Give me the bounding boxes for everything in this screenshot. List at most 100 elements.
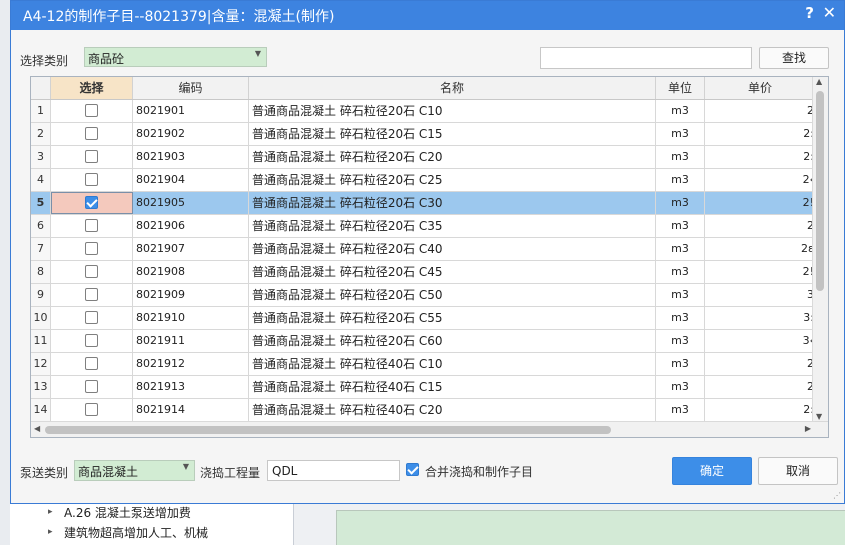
vertical-scrollbar[interactable]: ▲ ▼: [812, 77, 828, 421]
row-price: 2: [705, 100, 815, 122]
header-unit[interactable]: 单位: [656, 77, 705, 99]
row-name: 普通商品混凝土 碎石粒径20石 C20: [249, 146, 656, 168]
table-row[interactable]: 7 8021907 普通商品混凝土 碎石粒径20石 C40 m3 2ɛ: [31, 238, 828, 261]
row-checkbox[interactable]: [85, 288, 98, 301]
table-row[interactable]: 14 8021914 普通商品混凝土 碎石粒径40石 C20 m3 2:: [31, 399, 828, 422]
scroll-up-icon[interactable]: ▲: [816, 77, 822, 86]
row-unit: m3: [656, 100, 705, 122]
row-select-cell[interactable]: [51, 146, 133, 168]
pour-quantity-input[interactable]: QDL: [267, 460, 400, 481]
row-select-cell[interactable]: [51, 399, 133, 421]
expand-arrow-icon[interactable]: ▸: [48, 507, 53, 517]
row-select-cell[interactable]: [51, 169, 133, 191]
horizontal-scroll-thumb[interactable]: [45, 426, 611, 434]
table-row[interactable]: 1 8021901 普通商品混凝土 碎石粒径20石 C10 m3 2: [31, 100, 828, 123]
cancel-button[interactable]: 取消: [758, 457, 838, 485]
row-select-cell[interactable]: [51, 123, 133, 145]
row-select-cell[interactable]: [51, 376, 133, 398]
row-select-cell[interactable]: [51, 238, 133, 260]
table-row[interactable]: 4 8021904 普通商品混凝土 碎石粒径20石 C25 m3 2‹: [31, 169, 828, 192]
row-price: 2: [705, 215, 815, 237]
table-row[interactable]: 6 8021906 普通商品混凝土 碎石粒径20石 C35 m3 2: [31, 215, 828, 238]
row-name: 普通商品混凝土 碎石粒径20石 C45: [249, 261, 656, 283]
resize-grip-icon[interactable]: ⋰: [833, 491, 841, 500]
table-row[interactable]: 13 8021913 普通商品混凝土 碎石粒径40石 C15 m3 2: [31, 376, 828, 399]
close-icon[interactable]: ✕: [823, 3, 836, 22]
row-select-cell[interactable]: [51, 330, 133, 352]
row-select-cell[interactable]: [51, 284, 133, 306]
help-icon[interactable]: ?: [805, 4, 814, 22]
row-checkbox[interactable]: [85, 311, 98, 324]
table-row[interactable]: 3 8021903 普通商品混凝土 碎石粒径20石 C20 m3 2:: [31, 146, 828, 169]
row-select-cell[interactable]: [51, 100, 133, 122]
row-select-cell[interactable]: [51, 192, 133, 214]
horizontal-scrollbar[interactable]: ◀ ▶: [31, 421, 815, 437]
table-row[interactable]: 5 8021905 普通商品混凝土 碎石粒径20石 C30 m3 2!: [31, 192, 828, 215]
row-number: 14: [31, 399, 51, 421]
row-unit: m3: [656, 146, 705, 168]
row-number: 6: [31, 215, 51, 237]
table-row[interactable]: 11 8021911 普通商品混凝土 碎石粒径20石 C60 m3 3‹: [31, 330, 828, 353]
tree-item[interactable]: 建筑物超高增加人工、机械: [64, 524, 208, 541]
row-checkbox[interactable]: [85, 357, 98, 370]
header-name[interactable]: 名称: [249, 77, 656, 99]
table-row[interactable]: 12 8021912 普通商品混凝土 碎石粒径40石 C10 m3 2: [31, 353, 828, 376]
table-row[interactable]: 8 8021908 普通商品混凝土 碎石粒径20石 C45 m3 2!: [31, 261, 828, 284]
row-price: 2: [705, 376, 815, 398]
row-checkbox[interactable]: [85, 265, 98, 278]
row-checkbox[interactable]: [85, 104, 98, 117]
search-input[interactable]: [540, 47, 752, 69]
row-code: 8021903: [133, 146, 249, 168]
scroll-left-icon[interactable]: ◀: [34, 424, 40, 433]
tree-item[interactable]: A.26 混凝土泵送增加费: [64, 504, 191, 521]
row-checkbox[interactable]: [85, 242, 98, 255]
table-row[interactable]: 2 8021902 普通商品混凝土 碎石粒径20石 C15 m3 2:: [31, 123, 828, 146]
search-button[interactable]: 查找: [759, 47, 829, 69]
row-checkbox[interactable]: [85, 380, 98, 393]
row-unit: m3: [656, 284, 705, 306]
category-select[interactable]: 商品砼 ▼: [84, 47, 267, 67]
merge-label[interactable]: 合并浇捣和制作子目: [425, 463, 533, 480]
row-checkbox[interactable]: [85, 150, 98, 163]
row-unit: m3: [656, 238, 705, 260]
expand-arrow-icon[interactable]: ▸: [48, 527, 53, 537]
vertical-scroll-thumb[interactable]: [816, 91, 824, 291]
row-number: 10: [31, 307, 51, 329]
row-checkbox[interactable]: [85, 334, 98, 347]
row-checkbox[interactable]: [85, 219, 98, 232]
scroll-down-icon[interactable]: ▼: [816, 412, 822, 421]
row-price: 2‹: [705, 169, 815, 191]
table-row[interactable]: 9 8021909 普通商品混凝土 碎石粒径20石 C50 m3 3: [31, 284, 828, 307]
row-number: 12: [31, 353, 51, 375]
row-select-cell[interactable]: [51, 307, 133, 329]
pour-quantity-label: 浇捣工程量: [200, 466, 261, 480]
row-select-cell[interactable]: [51, 353, 133, 375]
row-price: 3: [705, 284, 815, 306]
pump-category-select[interactable]: 商品混凝土 ▼: [74, 460, 195, 481]
dialog-title: A4-12的制作子目--8021379|含量：混凝土(制作): [23, 9, 335, 25]
row-number: 5: [31, 192, 51, 214]
row-name: 普通商品混凝土 碎石粒径40石 C20: [249, 399, 656, 421]
row-price: 2:: [705, 146, 815, 168]
row-checkbox[interactable]: [85, 127, 98, 140]
merge-checkbox[interactable]: [406, 463, 419, 476]
row-name: 普通商品混凝土 碎石粒径20石 C25: [249, 169, 656, 191]
material-grid: 选择 编码 名称 单位 单价 1 8021901 普通商品混凝土 碎石粒径20石 C…: [30, 76, 829, 438]
row-price: 2: [705, 353, 815, 375]
table-row[interactable]: 10 8021910 普通商品混凝土 碎石粒径20石 C55 m3 3:: [31, 307, 828, 330]
scroll-right-icon[interactable]: ▶: [805, 424, 811, 433]
dropdown-arrow-icon: ▼: [254, 49, 261, 58]
header-code[interactable]: 编码: [133, 77, 249, 99]
ok-button[interactable]: 确定: [672, 457, 752, 485]
row-checkbox[interactable]: [85, 173, 98, 186]
row-checkbox[interactable]: [85, 196, 98, 209]
row-number: 2: [31, 123, 51, 145]
dialog-titlebar[interactable]: A4-12的制作子目--8021379|含量：混凝土(制作) ? ✕: [11, 1, 844, 30]
row-checkbox[interactable]: [85, 403, 98, 416]
row-select-cell[interactable]: [51, 261, 133, 283]
header-select[interactable]: 选择: [51, 77, 133, 99]
row-name: 普通商品混凝土 碎石粒径20石 C55: [249, 307, 656, 329]
select-subitem-dialog: A4-12的制作子目--8021379|含量：混凝土(制作) ? ✕ 选择类别 …: [10, 0, 845, 504]
row-select-cell[interactable]: [51, 215, 133, 237]
header-price[interactable]: 单价: [705, 77, 815, 99]
